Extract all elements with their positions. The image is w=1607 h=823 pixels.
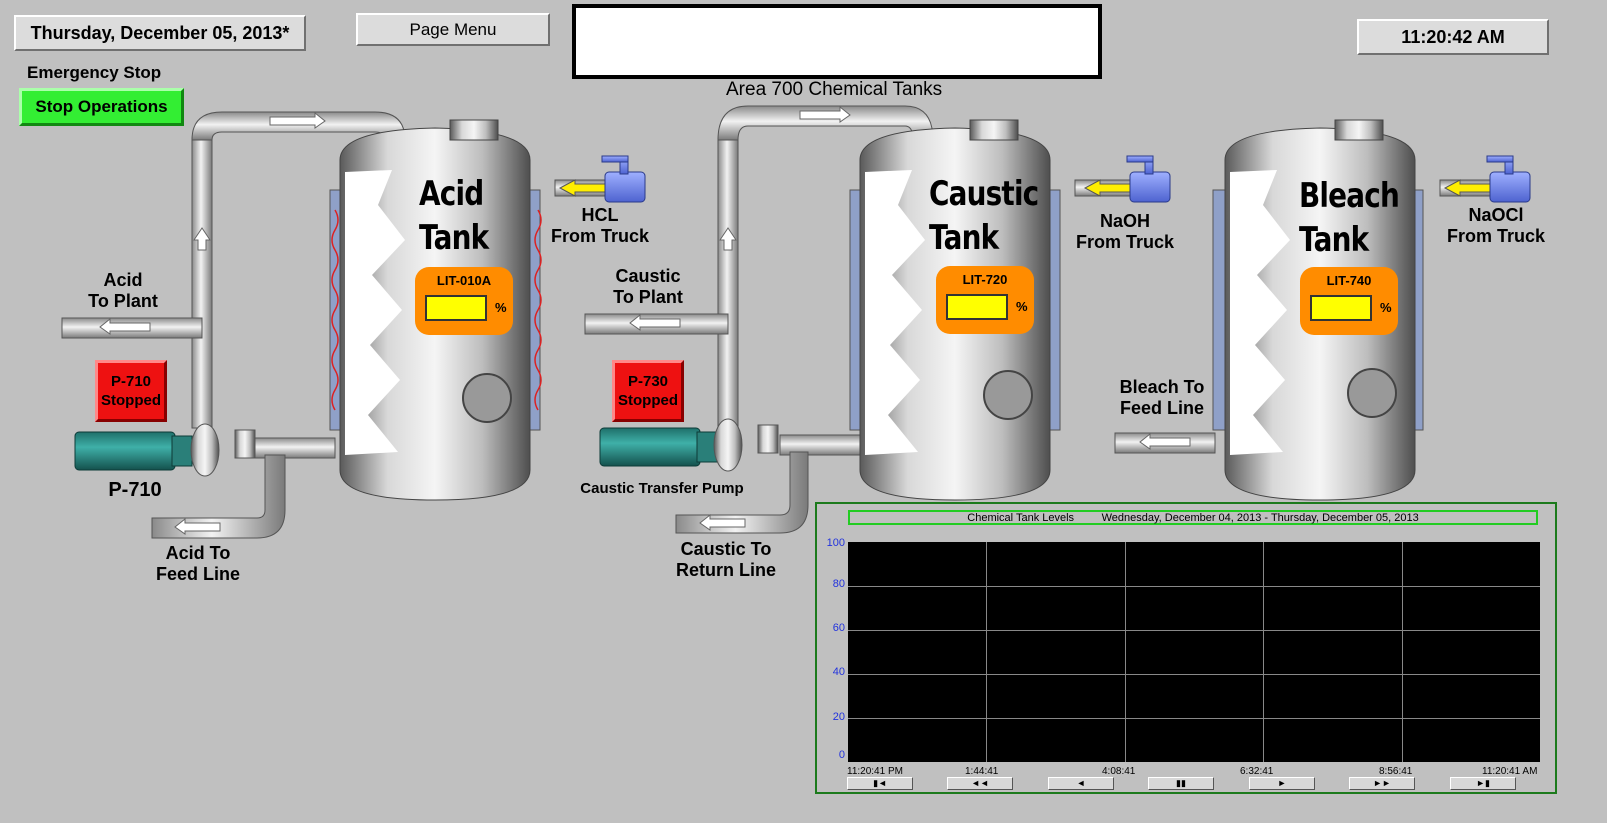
trend-fast-back-button[interactable]: ◄◄ bbox=[947, 777, 1013, 790]
naoh-from-truck-label: NaOH From Truck bbox=[1075, 211, 1175, 252]
acid-to-feed-line-label: Acid To Feed Line bbox=[155, 543, 240, 584]
p-730-pump-shape bbox=[599, 418, 779, 472]
bleach-tank-label: Bleach Tank bbox=[1299, 176, 1400, 260]
pump-id: P-730 bbox=[627, 373, 669, 390]
percent-unit: % bbox=[1380, 300, 1392, 315]
pump-status: Stopped bbox=[618, 392, 678, 409]
trend-header: Chemical Tank Levels Wednesday, December… bbox=[848, 510, 1538, 525]
x-tick-label: 8:56:41 bbox=[1379, 766, 1413, 777]
trend-title: Chemical Tank Levels bbox=[967, 512, 1075, 524]
acid-to-plant-label: Acid To Plant bbox=[88, 270, 158, 311]
trend-plot-area bbox=[848, 542, 1540, 762]
pump-status: Stopped bbox=[101, 392, 161, 409]
hcl-from-truck-label: HCL From Truck bbox=[550, 205, 650, 246]
x-tick-label: 4:08:41 bbox=[1102, 766, 1136, 777]
caustic-transfer-pump-label: Caustic Transfer Pump bbox=[580, 480, 744, 497]
percent-unit: % bbox=[1016, 299, 1028, 314]
acid-level-value[interactable] bbox=[425, 295, 487, 321]
caustic-to-plant-label: Caustic To Plant bbox=[613, 266, 683, 307]
trend-fast-forward-button[interactable]: ►► bbox=[1349, 777, 1415, 790]
gauge-tag: LIT-010A bbox=[436, 273, 492, 288]
caustic-riser-pipe bbox=[717, 137, 739, 434]
bleach-level-value[interactable] bbox=[1310, 295, 1372, 321]
trend-back-button[interactable]: ◄ bbox=[1048, 777, 1114, 790]
naocl-from-truck-label: NaOCl From Truck bbox=[1446, 205, 1546, 246]
gauge-tag: LIT-740 bbox=[1326, 273, 1372, 288]
trend-date-range: Wednesday, December 04, 2013 - Thursday,… bbox=[1101, 512, 1419, 524]
gauge-tag: LIT-720 bbox=[962, 272, 1008, 287]
y-tick-label: 100 bbox=[826, 537, 845, 549]
p-710-pump-shape bbox=[74, 423, 256, 477]
caustic-level-gauge: LIT-720 % bbox=[936, 266, 1034, 334]
percent-unit: % bbox=[495, 300, 507, 315]
p-730-status-button[interactable]: P-730 Stopped bbox=[612, 360, 684, 422]
caustic-level-value[interactable] bbox=[946, 294, 1008, 320]
trend-first-button[interactable]: ▮◄ bbox=[847, 777, 913, 790]
x-tick-label: 1:44:41 bbox=[965, 766, 999, 777]
chemical-tank-levels-trend: Chemical Tank Levels Wednesday, December… bbox=[815, 502, 1557, 794]
bleach-to-feed-line-label: Bleach To Feed Line bbox=[1119, 377, 1205, 418]
y-tick-label: 60 bbox=[832, 622, 845, 634]
bleach-level-gauge: LIT-740 % bbox=[1300, 267, 1398, 335]
acid-level-gauge: LIT-010A % bbox=[415, 267, 513, 335]
y-tick-label: 0 bbox=[838, 749, 845, 761]
pump-id: P-710 bbox=[110, 373, 152, 390]
y-tick-label: 80 bbox=[832, 578, 845, 590]
x-tick-label: 11:20:41 PM bbox=[847, 766, 903, 777]
acid-riser-pipe bbox=[191, 137, 213, 429]
x-tick-label: 6:32:41 bbox=[1240, 766, 1274, 777]
acid-tank-label: Acid Tank bbox=[419, 174, 489, 258]
caustic-tank-label: Caustic Tank bbox=[929, 174, 1039, 258]
p-710-status-button[interactable]: P-710 Stopped bbox=[95, 360, 167, 422]
y-tick-label: 40 bbox=[832, 666, 845, 678]
p-710-label: P-710 bbox=[108, 479, 162, 501]
trend-forward-button[interactable]: ► bbox=[1249, 777, 1315, 790]
trend-last-button[interactable]: ►▮ bbox=[1450, 777, 1516, 790]
caustic-to-return-line-label: Caustic To Return Line bbox=[675, 539, 776, 580]
y-tick-label: 20 bbox=[832, 711, 845, 723]
trend-pause-button[interactable]: ▮▮ bbox=[1148, 777, 1214, 790]
x-tick-label: 11:20:41 AM bbox=[1482, 766, 1538, 777]
